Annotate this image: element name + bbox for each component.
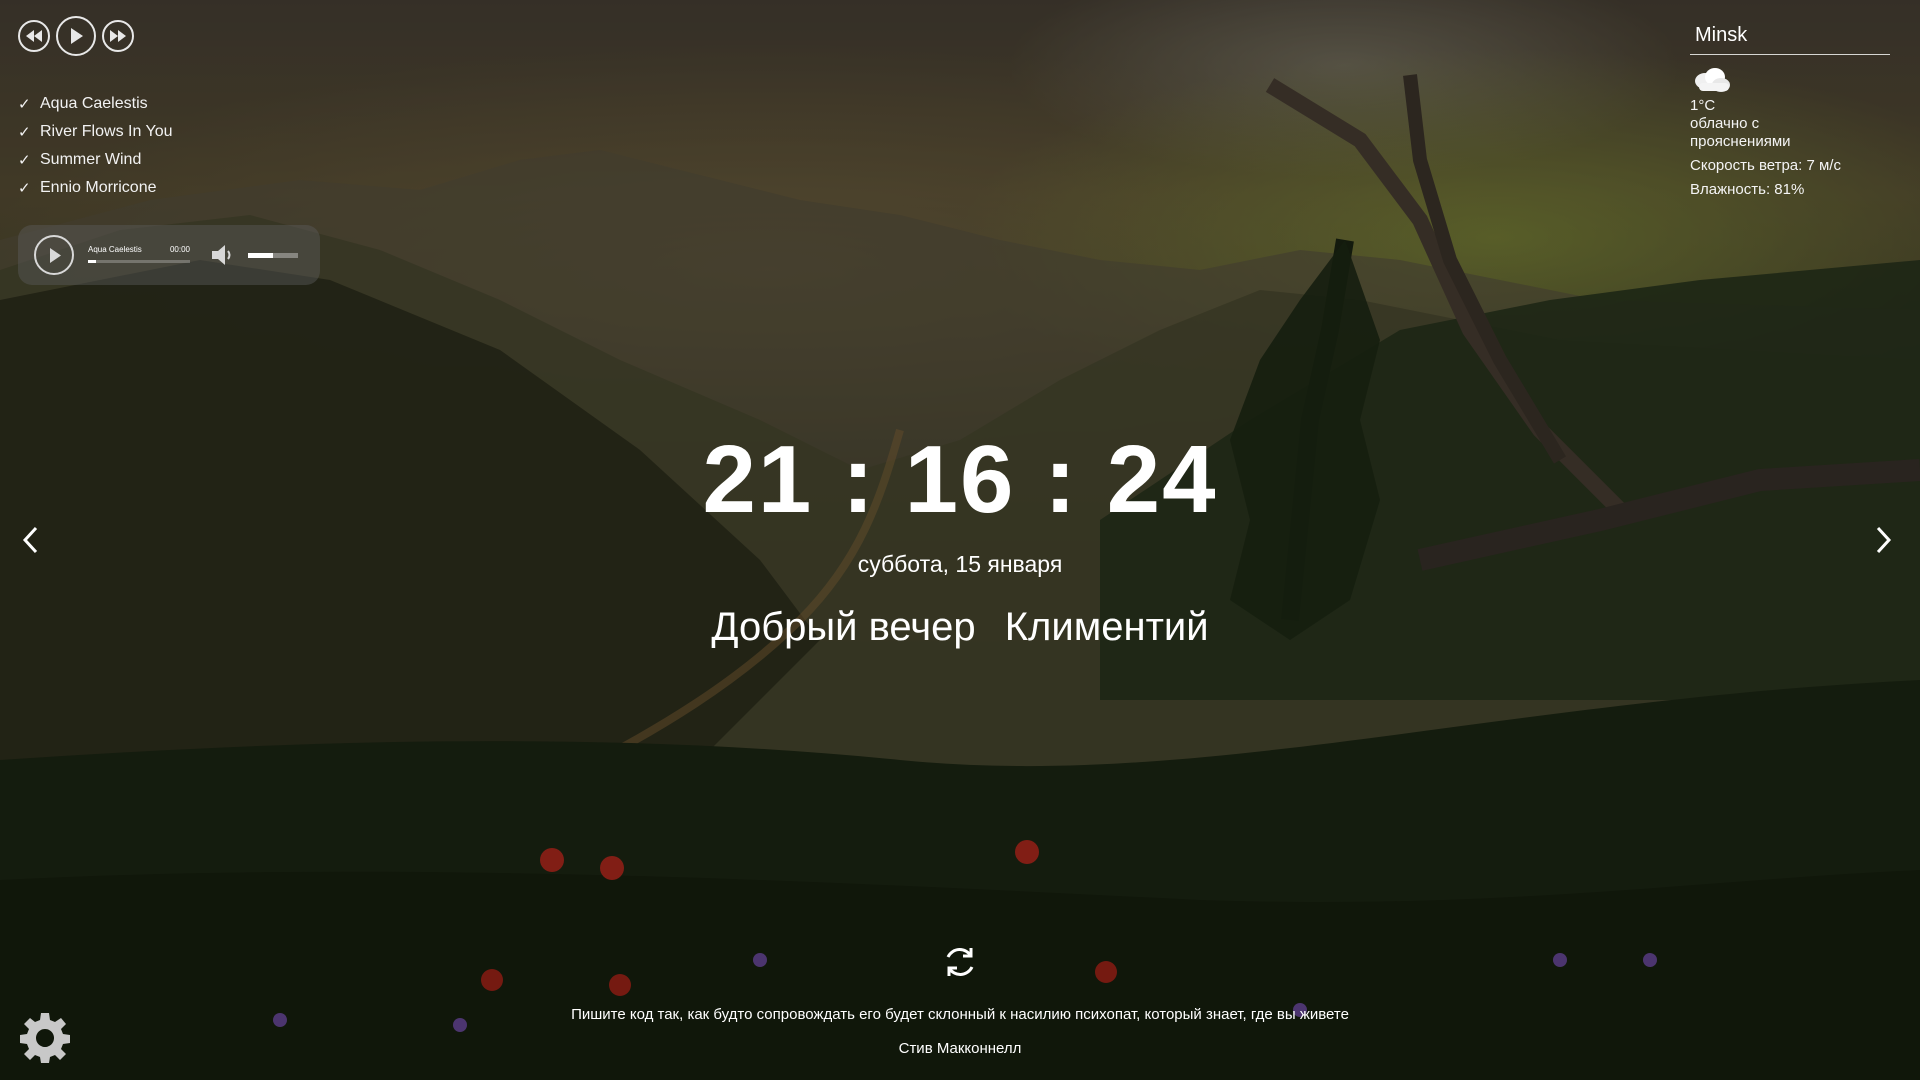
playlist-item-label: Summer Wind [40,151,142,168]
refresh-icon [946,948,974,976]
track-time: 00:00 [169,245,190,254]
track-info: Aqua Caelestis 00:00 [88,235,190,275]
city-input[interactable]: Minsk [1690,24,1890,55]
humidity: Влажность: 81% [1690,181,1805,198]
playlist-item[interactable]: ✓ River Flows In You [18,118,173,146]
clock-time: 21 : 16 : 24 [702,426,1218,533]
play-icon [71,28,83,44]
rewind-icon [26,30,42,42]
check-icon: ✓ [18,96,31,113]
volume-button[interactable] [210,242,236,268]
playlist-item[interactable]: ✓ Ennio Morricone [18,174,173,202]
playlist-item-label: Ennio Morricone [40,179,157,196]
volume-fill [248,252,273,258]
weather-description-cont: прояснениями [1690,133,1791,150]
check-icon: ✓ [18,180,31,197]
prev-background-button[interactable] [16,522,46,558]
next-background-button[interactable] [1868,522,1898,558]
chevron-right-icon [1876,526,1892,554]
audio-player: Aqua Caelestis 00:00 [18,225,320,285]
wind-speed: Скорость ветра: 7 м/с [1690,157,1841,174]
play-button[interactable] [56,16,96,56]
rewind-button[interactable] [18,20,50,52]
check-icon: ✓ [18,124,31,141]
fast-forward-button[interactable] [102,20,134,52]
player-play-button[interactable] [34,235,74,275]
cloudy-icon [1691,65,1733,97]
clock-date: суббота, 15 января [857,551,1063,577]
progress-fill [88,260,97,263]
media-controls [18,16,134,56]
quote-author: Стив Макконнелл [898,1040,1022,1057]
check-icon: ✓ [18,152,31,169]
volume-icon [212,245,231,265]
background-landscape [0,0,1920,1080]
gear-icon [20,1013,70,1063]
temperature: 1°C [1690,97,1716,114]
play-icon [49,247,61,263]
track-name: Aqua Caelestis [88,245,142,254]
playlist-item-label: Aqua Caelestis [40,95,148,112]
greeting-text: Добрый вечер [711,605,976,649]
playlist-item[interactable]: ✓ Summer Wind [18,146,173,174]
refresh-quote-button[interactable] [940,942,980,982]
fast-forward-icon [110,30,126,42]
settings-button[interactable] [18,1010,72,1064]
name-input[interactable]: Климентий [1005,605,1209,649]
chevron-left-icon [22,526,38,554]
playlist-item-label: River Flows In You [40,123,173,140]
playlist-item[interactable]: ✓ Aqua Caelestis [18,90,173,118]
weather-widget: Minsk 1°C облачно с прояснениями Скорост… [1690,24,1890,199]
quote-text: Пишите код так, как будто сопровождать е… [571,1006,1349,1023]
volume-slider[interactable] [248,252,298,258]
weather-description: облачно с [1690,115,1760,132]
greeting: Добрый вечер Климентий [0,605,1920,650]
progress-bar[interactable] [88,260,190,263]
playlist: ✓ Aqua Caelestis ✓ River Flows In You ✓ … [18,90,173,202]
